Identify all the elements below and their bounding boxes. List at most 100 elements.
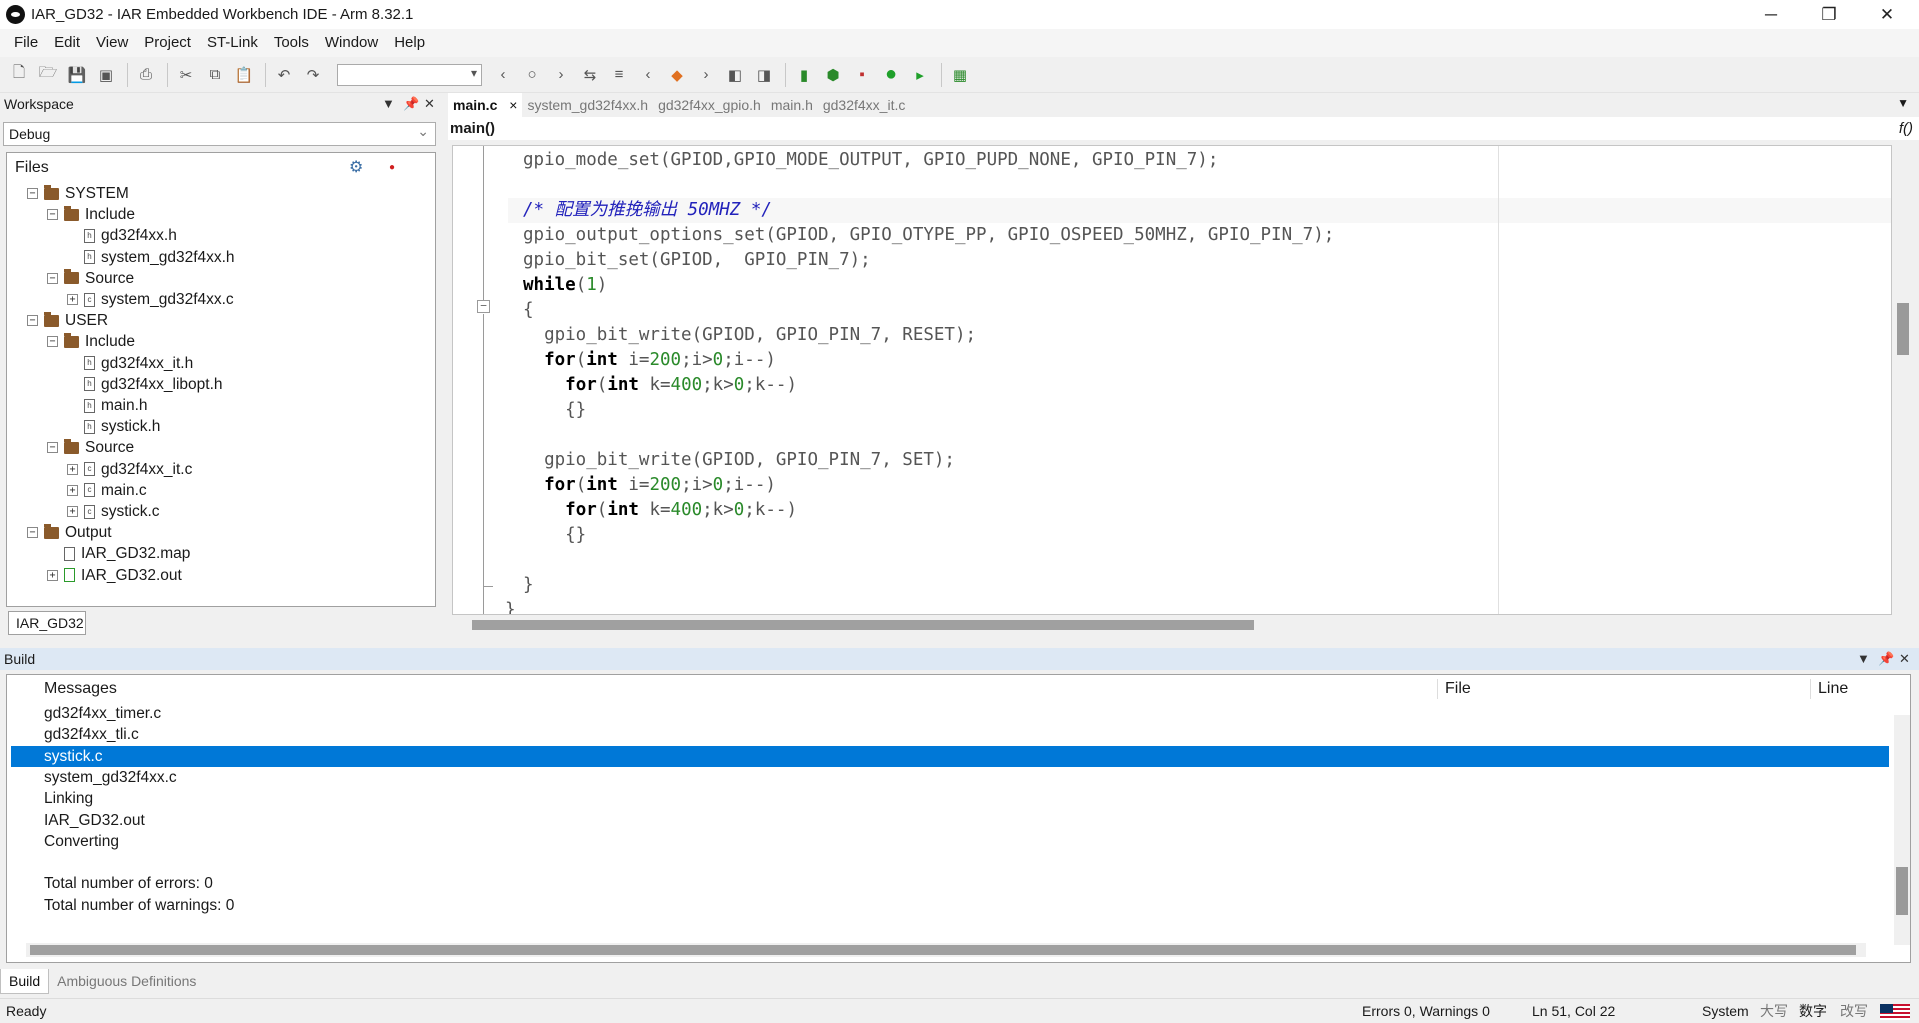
find-combo[interactable] [337, 63, 482, 86]
find-icon[interactable]: ○ [519, 62, 545, 88]
tree-item[interactable]: − Source [47, 437, 134, 458]
build-message-row[interactable]: systick.c [11, 745, 1889, 767]
editor-vscroll-thumb[interactable] [1897, 303, 1909, 355]
code-line[interactable]: {} [523, 398, 586, 423]
menu-project[interactable]: Project [136, 29, 199, 57]
tab-main-c[interactable]: main.c × [448, 93, 523, 117]
build-message-row[interactable]: gd32f4xx_tli.c [11, 724, 1889, 745]
tree-item[interactable]: h gd32f4xx_it.h [67, 353, 193, 374]
code-line[interactable]: for(int i=200;i>0;i--) [523, 473, 776, 498]
collapse-icon[interactable]: − [47, 209, 58, 221]
save-all-icon[interactable]: ▣ [93, 62, 119, 88]
tree-item[interactable]: + c gd32f4xx_it.c [67, 459, 192, 480]
code-line[interactable]: } [523, 573, 534, 598]
close-button[interactable]: ✕ [1858, 0, 1916, 29]
build-message-row[interactable]: IAR_GD32.out [11, 810, 1889, 831]
tree-item[interactable]: + c systick.c [67, 501, 160, 522]
menu-tools[interactable]: Tools [266, 29, 317, 57]
undo-icon[interactable]: ↶ [271, 62, 297, 88]
collapse-icon[interactable]: − [27, 188, 38, 199]
build-message-row[interactable]: Total number of errors: 0 [11, 873, 1889, 894]
code-line[interactable]: gpio_mode_set(GPIOD,GPIO_MODE_OUTPUT, GP… [523, 148, 1218, 173]
code-line[interactable]: gpio_output_options_set(GPIOD, GPIO_OTYP… [523, 223, 1334, 248]
tab-close-icon[interactable]: × [509, 97, 517, 113]
goto-line-icon[interactable]: ≡ [606, 62, 632, 88]
save-icon[interactable]: 💾 [64, 62, 90, 88]
tree-item[interactable]: h gd32f4xx_libopt.h [67, 374, 223, 395]
collapse-icon[interactable]: − [47, 272, 58, 284]
build-hscroll[interactable] [26, 943, 1866, 957]
build-message-row[interactable]: system_gd32f4xx.c [11, 767, 1889, 788]
code-line[interactable]: } [505, 598, 516, 614]
collapse-icon[interactable]: − [47, 442, 58, 454]
build-message-row[interactable]: Linking [11, 788, 1889, 809]
next-file-icon[interactable]: ◨ [751, 62, 777, 88]
build-pin-icon[interactable]: 📌 [1878, 648, 1894, 670]
build-message-row[interactable] [11, 852, 1889, 873]
tab-gd32f4xx-gpio-h[interactable]: gd32f4xx_gpio.h [653, 93, 766, 117]
next-bookmark-icon[interactable]: › [693, 62, 719, 88]
tree-item[interactable]: h system_gd32f4xx.h [67, 247, 235, 268]
code-line[interactable]: for(int i=200;i>0;i--) [523, 348, 776, 373]
open-file-icon[interactable]: 🗁 [35, 62, 61, 88]
nav-back-icon[interactable]: ‹ [490, 62, 516, 88]
stop-build-icon[interactable]: ▪ [849, 62, 875, 88]
make-icon[interactable]: ⬢ [820, 62, 846, 88]
menu-st-link[interactable]: ST-Link [199, 29, 266, 57]
tab-main-h[interactable]: main.h [766, 93, 818, 117]
build-message-row[interactable]: gd32f4xx_timer.c [11, 703, 1889, 724]
tree-item[interactable]: − Include [47, 331, 135, 352]
code-line[interactable]: while(1) [523, 273, 607, 298]
build-message-row[interactable]: Total number of warnings: 0 [11, 895, 1889, 916]
prev-file-icon[interactable]: ◧ [722, 62, 748, 88]
code-line[interactable]: gpio_bit_write(GPIOD, GPIO_PIN_7, RESET)… [523, 323, 976, 348]
workspace-tab[interactable]: IAR_GD32 [8, 611, 86, 635]
menu-view[interactable]: View [88, 29, 136, 57]
tab-system-gd32f4xx-h[interactable]: system_gd32f4xx.h [522, 93, 653, 117]
menu-edit[interactable]: Edit [46, 29, 88, 57]
tree-item[interactable]: − USER [27, 310, 108, 331]
function-list-icon[interactable]: f() [1899, 117, 1913, 140]
code-line[interactable]: gpio_bit_set(GPIOD, GPIO_PIN_7); [523, 248, 871, 273]
code-line[interactable]: { [523, 298, 534, 323]
nav-forward-icon[interactable]: › [548, 62, 574, 88]
code-line[interactable]: for(int k=400;k>0;k--) [523, 373, 797, 398]
tree-item[interactable]: − Output [27, 522, 112, 543]
expand-icon[interactable]: + [67, 506, 78, 517]
tree-item[interactable]: − SYSTEM [27, 183, 129, 204]
tree-item[interactable]: + c main.c [67, 480, 147, 501]
expand-icon[interactable]: + [67, 463, 78, 475]
expand-icon[interactable]: + [67, 484, 78, 496]
tab-gd32f4xx-it-c[interactable]: gd32f4xx_it.c [818, 93, 911, 117]
col-line[interactable]: Line [1818, 675, 1848, 703]
tree-item[interactable]: IAR_GD32.map [47, 543, 190, 564]
pin-icon[interactable]: 📌 [403, 93, 419, 115]
menu-file[interactable]: File [6, 29, 46, 57]
build-menu-icon[interactable]: ▼ [1857, 648, 1870, 670]
editor-hscroll[interactable] [470, 618, 1895, 632]
tree-item[interactable]: h gd32f4xx.h [67, 225, 177, 246]
menu-window[interactable]: Window [317, 29, 386, 57]
cut-icon[interactable]: ✂ [173, 62, 199, 88]
compile-icon[interactable]: ▮ [791, 62, 817, 88]
col-messages[interactable]: Messages [44, 675, 117, 703]
panel-close-icon[interactable]: ✕ [424, 93, 435, 115]
tab-list-icon[interactable]: ▼ [1897, 96, 1909, 110]
fold-toggle[interactable]: − [477, 300, 490, 313]
minimize-button[interactable]: ─ [1742, 0, 1800, 29]
code-line[interactable]: for(int k=400;k>0;k--) [523, 498, 797, 523]
tree-item[interactable]: + IAR_GD32.out [47, 565, 182, 586]
panel-menu-icon[interactable]: ▼ [382, 93, 395, 115]
tree-item[interactable]: − Source [47, 268, 134, 289]
configuration-select[interactable]: Debug [3, 120, 436, 146]
col-file[interactable]: File [1445, 675, 1471, 703]
new-file-icon[interactable]: 🗋 [6, 62, 32, 88]
build-vscroll-thumb[interactable] [1896, 867, 1908, 915]
download-debug-icon[interactable]: ● [878, 62, 904, 88]
build-vscroll[interactable] [1894, 715, 1910, 945]
code-line[interactable]: /* 配置为推挽输出 50MHZ */ [523, 198, 772, 223]
print-icon[interactable]: ⎙ [133, 62, 159, 88]
maximize-button[interactable]: ❐ [1800, 0, 1858, 29]
expand-icon[interactable]: + [47, 569, 58, 581]
editor-hscroll-thumb[interactable] [472, 620, 1254, 630]
